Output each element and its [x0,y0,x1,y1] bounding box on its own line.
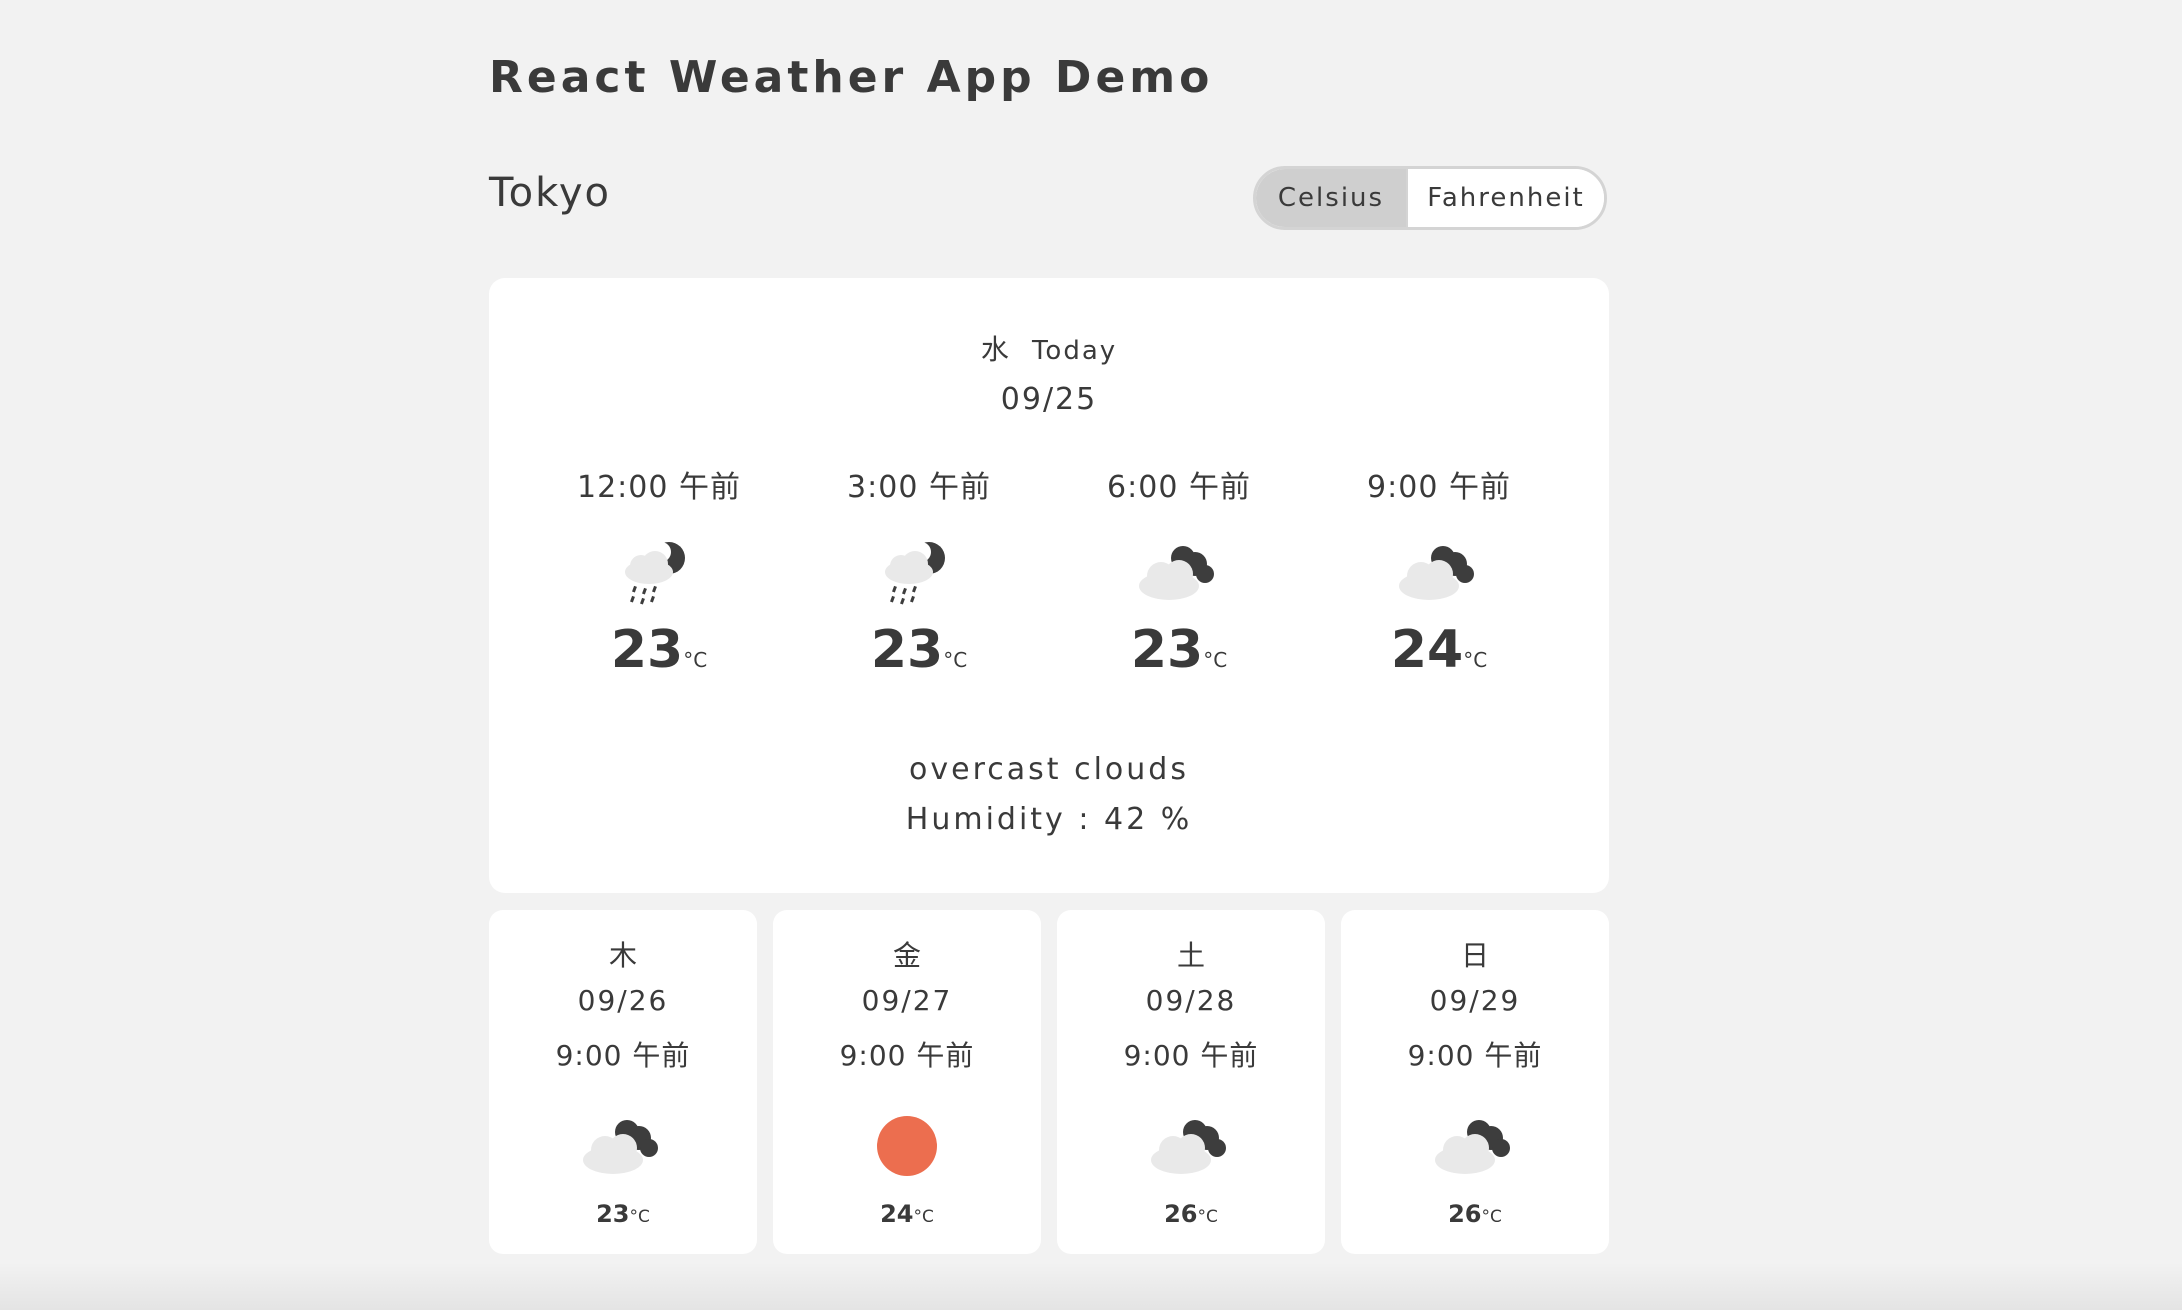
sun-icon [877,1116,937,1176]
forecast-card: 日 09/29 9:00 午前 26°C [1341,910,1609,1254]
cloudy-night-icon [1139,546,1214,600]
unit-toggle: Celsius Fahrenheit [1253,166,1607,230]
cloudy-night-icon [1399,546,1474,600]
hour-slot: 12:00 午前 23°C [529,462,789,702]
weather-description: overcast clouds [909,752,1189,787]
celsius-button[interactable]: Celsius [1256,169,1406,227]
rain-night-icon [625,542,685,605]
hour-time: 12:00 午前 [577,470,741,505]
hour-temperature: 23°C [789,620,1049,680]
today-header: 水 Today [489,328,1609,368]
temperature-value: 23 [610,620,684,680]
temperature-value: 23 [596,1200,630,1228]
daily-forecast: 木 09/26 9:00 午前 23°C 金 09/27 9:00 午前 24°… [489,910,1609,1254]
temperature-unit: °C [1203,648,1228,672]
temperature-unit: °C [683,648,708,672]
forecast-weekday: 土 [1176,939,1205,972]
forecast-temperature: 24°C [773,1200,1041,1228]
fahrenheit-button[interactable]: Fahrenheit [1406,169,1604,227]
today-label: Today [1031,336,1118,366]
forecast-weekday: 金 [892,939,921,972]
hour-temperature: 24°C [1309,620,1569,680]
city-name: Tokyo [489,170,611,216]
humidity-text: Humidity : 42 % [905,802,1193,837]
forecast-temperature: 26°C [1057,1200,1325,1228]
forecast-weekday: 日 [1460,939,1489,972]
hour-temperature: 23°C [1049,620,1309,680]
forecast-weekday: 木 [608,939,637,972]
cloudy-night-icon [1435,1120,1510,1174]
today-card: 水 Today 09/25 12:00 午前 23°C 3:00 午前 23°C… [489,278,1609,893]
temperature-unit: °C [1481,1207,1502,1227]
temperature-unit: °C [913,1207,934,1227]
bottom-shadow [0,1262,2182,1310]
app-title: React Weather App Demo [489,52,1214,103]
forecast-time: 9:00 午前 [1407,1039,1543,1072]
forecast-time: 9:00 午前 [555,1039,691,1072]
temperature-unit: °C [1463,648,1488,672]
forecast-date: 09/29 [1429,984,1521,1017]
temperature-value: 24 [880,1200,914,1228]
temperature-value: 26 [1448,1200,1482,1228]
temperature-unit: °C [629,1207,650,1227]
hour-time: 6:00 午前 [1107,470,1251,505]
forecast-date: 09/28 [1145,984,1237,1017]
today-weekday: 水 [980,333,1009,366]
hour-slot: 9:00 午前 24°C [1309,462,1569,702]
hour-slot: 3:00 午前 23°C [789,462,1049,702]
forecast-card: 土 09/28 9:00 午前 26°C [1057,910,1325,1254]
temperature-value: 23 [1130,620,1204,680]
hour-time: 3:00 午前 [847,470,991,505]
hour-temperature: 23°C [529,620,789,680]
today-date: 09/25 [1000,382,1098,417]
forecast-temperature: 23°C [489,1200,757,1228]
temperature-value: 26 [1164,1200,1198,1228]
forecast-temperature: 26°C [1341,1200,1609,1228]
temperature-unit: °C [1197,1207,1218,1227]
forecast-date: 09/26 [577,984,669,1017]
hour-time: 9:00 午前 [1367,470,1511,505]
temperature-value: 23 [870,620,944,680]
cloudy-night-icon [1151,1120,1226,1174]
temperature-unit: °C [943,648,968,672]
forecast-card: 木 09/26 9:00 午前 23°C [489,910,757,1254]
forecast-time: 9:00 午前 [1123,1039,1259,1072]
rain-night-icon [885,542,945,605]
forecast-card: 金 09/27 9:00 午前 24°C [773,910,1041,1254]
forecast-date: 09/27 [861,984,953,1017]
hour-slot: 6:00 午前 23°C [1049,462,1309,702]
hourly-forecast: 12:00 午前 23°C 3:00 午前 23°C 6:00 午前 23°C … [529,462,1569,702]
cloudy-night-icon [583,1120,658,1174]
forecast-time: 9:00 午前 [839,1039,975,1072]
temperature-value: 24 [1390,620,1464,680]
